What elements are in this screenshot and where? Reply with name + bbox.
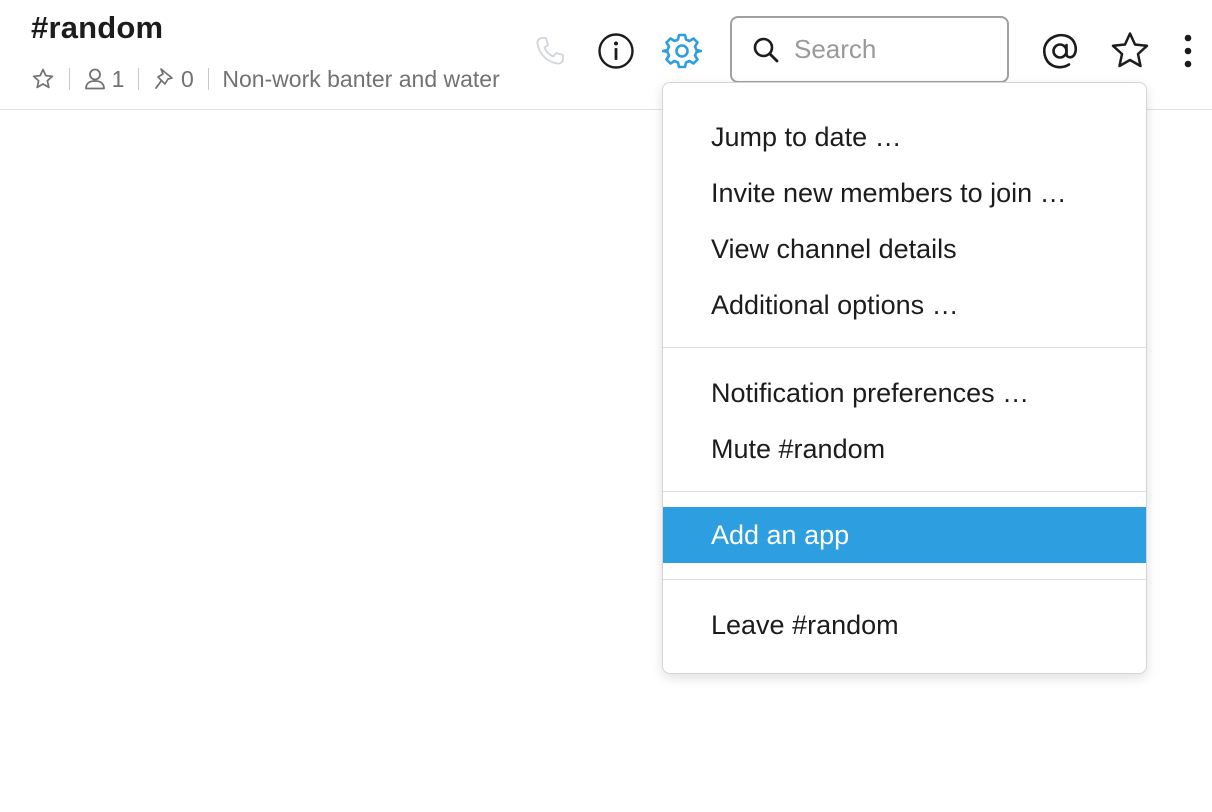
menu-item-notification-preferences[interactable]: Notification preferences …: [663, 365, 1146, 421]
menu-divider: [663, 347, 1146, 348]
menu-divider: [663, 579, 1146, 580]
star-outline-icon[interactable]: [31, 67, 55, 91]
pin-icon[interactable]: [153, 67, 175, 91]
info-icon[interactable]: [596, 30, 636, 72]
channel-title[interactable]: #random: [31, 10, 163, 46]
menu-item-add-an-app[interactable]: Add an app: [663, 507, 1146, 563]
phone-icon[interactable]: [530, 31, 570, 71]
menu-divider: [663, 491, 1146, 492]
divider: [138, 68, 139, 90]
menu-item-leave-channel[interactable]: Leave #random: [663, 597, 1146, 653]
star-icon[interactable]: [1108, 29, 1152, 73]
divider: [69, 68, 70, 90]
member-icon[interactable]: [84, 67, 106, 91]
menu-item-mute-channel[interactable]: Mute #random: [663, 421, 1146, 477]
search-box[interactable]: [730, 16, 1009, 83]
at-mention-icon[interactable]: [1039, 30, 1081, 72]
divider: [207, 68, 209, 90]
channel-meta-row: 1 0 Non-work banter and water cooler con…: [31, 62, 503, 96]
menu-item-additional-options[interactable]: Additional options …: [663, 277, 1146, 333]
gear-icon[interactable]: [661, 30, 703, 72]
more-vertical-icon[interactable]: [1176, 30, 1200, 72]
menu-item-invite-members[interactable]: Invite new members to join …: [663, 165, 1146, 221]
menu-item-jump-to-date[interactable]: Jump to date …: [663, 109, 1146, 165]
channel-topic[interactable]: Non-work banter and water cooler convers…: [222, 66, 503, 93]
menu-item-view-channel-details[interactable]: View channel details: [663, 221, 1146, 277]
channel-settings-menu: Jump to date … Invite new members to joi…: [662, 82, 1147, 674]
search-icon: [752, 36, 780, 64]
pinned-count[interactable]: 0: [181, 66, 194, 93]
member-count[interactable]: 1: [112, 66, 125, 93]
search-input[interactable]: [792, 33, 996, 66]
slack-channel-view: #random 1 0 Non-work banter and water Se…: [0, 0, 1212, 812]
